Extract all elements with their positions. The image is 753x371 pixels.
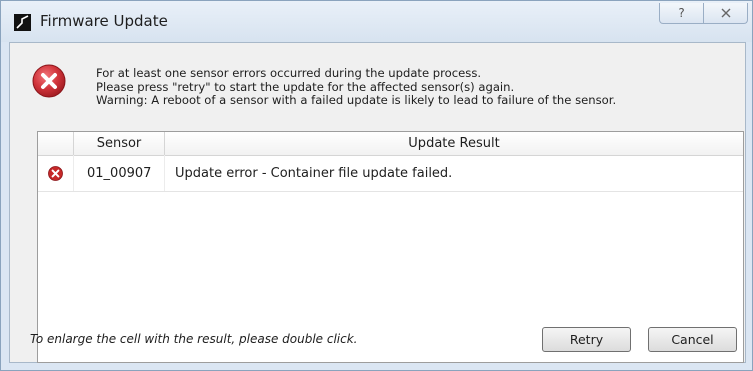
sensor-cell[interactable]: 01_00907 [74,155,165,191]
table-row[interactable]: 01_00907 Update error - Container file u… [38,155,743,192]
help-icon: ? [678,6,685,20]
error-icon [32,64,66,98]
table-header: Sensor Update Result [38,132,743,156]
status-cell [38,155,74,191]
column-header-update-result[interactable]: Update Result [165,132,743,155]
update-result-cell[interactable]: Update error - Container file update fai… [165,155,743,191]
message-line: Warning: A reboot of a sensor with a fai… [96,93,617,107]
dialog-title: Firmware Update [40,12,168,30]
column-header-sensor[interactable]: Sensor [74,132,165,155]
cancel-button[interactable]: Cancel [648,327,737,352]
app-icon [14,14,31,31]
close-icon [721,8,730,18]
column-header-status[interactable] [38,132,74,155]
result-table[interactable]: Sensor Update Result 01_00907 Update err… [37,131,744,363]
message-line: Please press "retry" to start the update… [96,79,515,94]
error-message: For at least one sensor errors occurred … [96,66,617,108]
title-bar[interactable]: Firmware Update ? [1,1,752,42]
close-button[interactable] [703,3,748,24]
retry-button[interactable]: Retry [542,327,631,352]
footer-hint: To enlarge the cell with the result, ple… [30,332,358,346]
help-button[interactable]: ? [659,3,704,24]
dialog-body: For at least one sensor errors occurred … [9,42,746,363]
error-icon [48,165,63,181]
message-line: For at least one sensor errors occurred … [96,66,482,80]
firmware-update-dialog: Firmware Update ? For at least one senso… [0,0,753,371]
